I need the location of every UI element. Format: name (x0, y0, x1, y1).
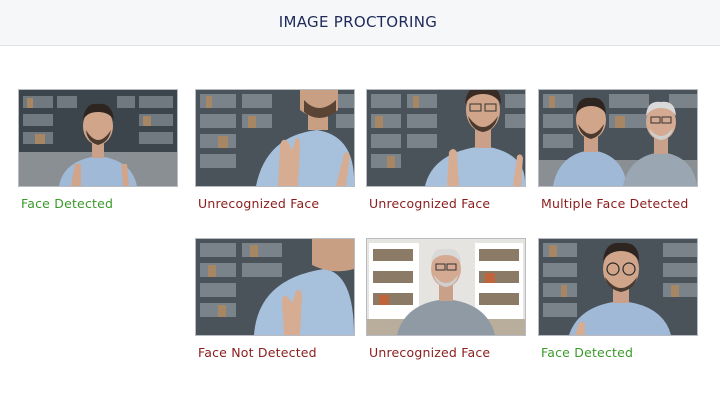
proctor-card[interactable]: Multiple Face Detected (538, 89, 698, 211)
proctor-card[interactable]: Unrecognized Face (195, 89, 355, 211)
page-title: IMAGE PROCTORING (278, 12, 438, 31)
status-label: Unrecognized Face (369, 196, 491, 211)
status-label: Face Not Detected (198, 345, 317, 360)
webcam-thumbnail (366, 238, 526, 336)
proctor-card[interactable]: Face Detected (18, 89, 178, 211)
status-label: Multiple Face Detected (541, 196, 689, 211)
status-label: Face Detected (541, 345, 634, 360)
proctor-card[interactable]: Face Detected (538, 238, 698, 360)
webcam-thumbnail (538, 238, 698, 336)
proctor-card[interactable]: Face Not Detected (195, 238, 355, 360)
proctor-card[interactable]: Unrecognized Face (366, 238, 526, 360)
webcam-thumbnail (18, 89, 178, 187)
webcam-thumbnail (538, 89, 698, 187)
status-label: Unrecognized Face (198, 196, 320, 211)
proctor-card[interactable]: Unrecognized Face (366, 89, 526, 211)
webcam-thumbnail (195, 89, 355, 187)
page-header: IMAGE PROCTORING (0, 0, 720, 46)
webcam-thumbnail (366, 89, 526, 187)
status-label: Unrecognized Face (369, 345, 491, 360)
status-label: Face Detected (21, 196, 114, 211)
webcam-thumbnail (195, 238, 355, 336)
